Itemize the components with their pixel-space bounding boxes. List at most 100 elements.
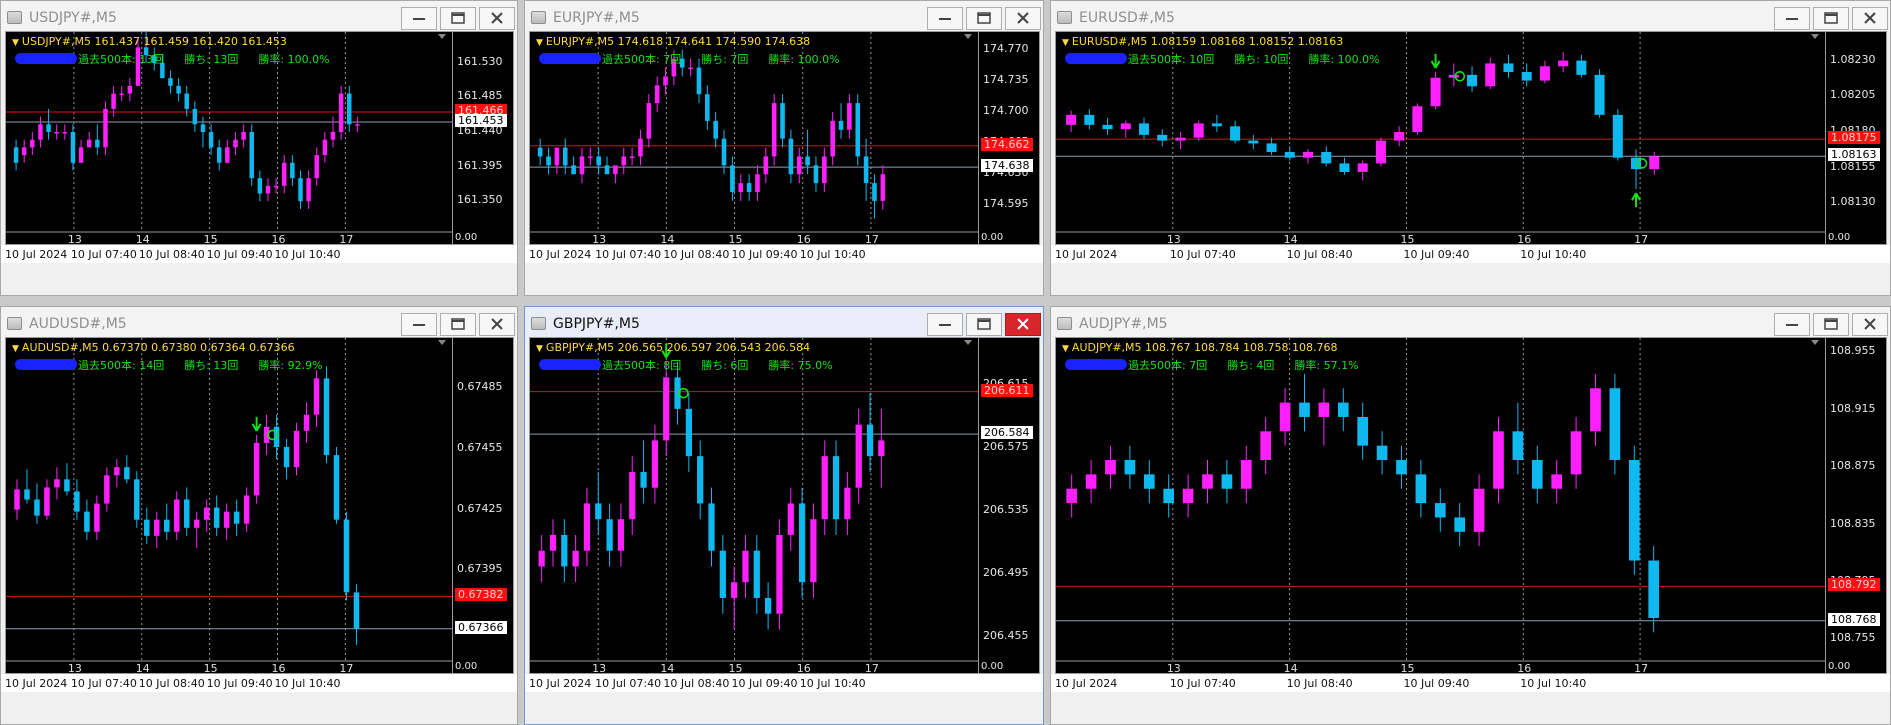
redacted-label: [1065, 359, 1127, 370]
time-axis[interactable]: 10 Jul 2024 10 Jul 07:40 10 Jul 08:40 10 Ju…: [1, 674, 517, 692]
chart-window-audusd[interactable]: AUDUSD#,M5 13 14 15 16 17 ▼ AUDUSD#,M5 0.67370 …: [0, 306, 518, 725]
minimize-button[interactable]: [401, 7, 437, 30]
candle-body: [1339, 163, 1350, 172]
candle-body: [1493, 431, 1504, 489]
collapse-triangle-icon[interactable]: ▼: [12, 38, 19, 48]
window-titlebar[interactable]: USDJPY#,M5: [1, 1, 517, 35]
indicator-stats: 過去500本: 8回 勝ち: 6回 勝率: 75.0%: [539, 357, 853, 373]
collapse-triangle-icon[interactable]: ▼: [536, 344, 543, 354]
candle-body: [134, 479, 140, 520]
day-label: 14: [660, 662, 674, 674]
candle-body: [253, 442, 260, 496]
collapse-triangle-icon[interactable]: ▼: [536, 38, 543, 48]
time-axis[interactable]: 10 Jul 2024 10 Jul 07:40 10 Jul 08:40 10 Ju…: [1, 245, 517, 263]
time-label: 10 Jul 08:40: [1286, 677, 1353, 690]
maximize-button[interactable]: [1813, 313, 1849, 336]
collapse-triangle-icon[interactable]: ▼: [1062, 38, 1069, 48]
ask-price-tag: 0.67382: [455, 588, 507, 602]
candle-body: [293, 430, 300, 468]
chart-window-audjpy[interactable]: AUDJPY#,M5 13 14 15 16 17 ▼ AUDJPY#,M5 108.767 …: [1050, 306, 1891, 725]
maximize-icon: [451, 12, 465, 24]
ask-price-tag: 108.792: [1828, 578, 1880, 592]
minimize-button[interactable]: [1774, 7, 1810, 30]
close-button[interactable]: [1852, 313, 1888, 336]
minimize-icon: [1786, 324, 1798, 326]
chart-shift-marker: [964, 340, 972, 345]
window-title: AUDUSD#,M5: [29, 316, 127, 332]
window-titlebar[interactable]: GBPJPY#,M5: [525, 307, 1043, 341]
chart-window-usdjpy[interactable]: USDJPY#,M5 13 14 15 16 17 ▼ USDJPY#,M5 161.437 …: [0, 0, 518, 296]
candle-body: [571, 165, 576, 175]
chart-window-eurjpy[interactable]: EURJPY#,M5 13 14 15 16 17 ▼ EURJPY#,M5 174.618 …: [524, 0, 1044, 296]
stat-item: 過去500本: 8回: [602, 359, 682, 372]
chart-window-icon: [7, 317, 22, 330]
candle-body: [265, 185, 271, 194]
candle-body: [333, 455, 340, 520]
close-button[interactable]: [1005, 313, 1041, 336]
minimize-button[interactable]: [927, 7, 963, 30]
candle-body: [1485, 63, 1496, 87]
close-button[interactable]: [479, 7, 515, 30]
window-titlebar[interactable]: AUDUSD#,M5: [1, 307, 517, 341]
candle-body: [1394, 132, 1405, 141]
candle-body: [1221, 474, 1233, 489]
price-tick-label: 1.08205: [1830, 88, 1876, 102]
price-chart[interactable]: 13 14 15 16 17 ▼ EURJPY#,M5 174.618 174.641 17…: [529, 31, 979, 245]
candle-body: [1318, 402, 1330, 417]
time-label: 10 Jul 09:40: [1403, 248, 1470, 261]
price-chart[interactable]: 13 14 15 16 17 ▼ AUDJPY#,M5 108.767 108.784 10…: [1055, 337, 1826, 674]
candle-body: [322, 139, 328, 156]
candle-body: [208, 132, 214, 148]
price-chart[interactable]: 13 14 15 16 17 ▼ GBPJPY#,M5 206.565 206.597 20…: [529, 337, 979, 674]
candlestick-plot: 13 14 15 16 17: [6, 338, 452, 673]
time-label: 10 Jul 09:40: [206, 248, 273, 261]
minimize-button[interactable]: [401, 313, 437, 336]
candle-body: [144, 519, 150, 536]
candle-body: [546, 156, 551, 166]
time-axis[interactable]: 10 Jul 2024 10 Jul 07:40 10 Jul 08:40 10 Ju…: [525, 245, 1043, 263]
day-label: 14: [1284, 662, 1298, 674]
price-chart[interactable]: 13 14 15 16 17 ▼ EURUSD#,M5 1.08159 1.08168 1.…: [1055, 31, 1826, 245]
candle-body: [606, 519, 613, 551]
close-button[interactable]: [1852, 7, 1888, 30]
window-titlebar[interactable]: EURUSD#,M5: [1051, 1, 1890, 35]
candle-body: [355, 124, 360, 126]
candle-body: [193, 519, 200, 528]
chart-window-eurusd[interactable]: EURUSD#,M5 13 14 15 16 17 ▼ EURUSD#,M5 1.08159 …: [1050, 0, 1891, 296]
candle-body: [94, 503, 100, 532]
chart-window-gbpjpy[interactable]: GBPJPY#,M5 13 14 15 16 17 ▼ GBPJPY#,M5 206.565 …: [524, 306, 1044, 725]
candle-body: [1570, 431, 1582, 475]
price-chart[interactable]: 13 14 15 16 17 ▼ USDJPY#,M5 161.437 161.459 16…: [5, 31, 453, 245]
candle-body: [233, 511, 240, 524]
window-titlebar[interactable]: EURJPY#,M5: [525, 1, 1043, 35]
bid-price-tag: 1.08163: [1828, 148, 1880, 162]
candle-body: [78, 147, 84, 163]
candle-body: [86, 139, 92, 148]
close-button[interactable]: [1005, 7, 1041, 30]
collapse-triangle-icon[interactable]: ▼: [12, 344, 19, 354]
symbol-quote-header: ▼ GBPJPY#,M5 206.565 206.597 206.543 206.…: [536, 341, 810, 354]
candle-body: [538, 550, 545, 567]
time-axis[interactable]: 10 Jul 2024 10 Jul 07:40 10 Jul 08:40 10 Ju…: [1051, 245, 1890, 263]
time-axis[interactable]: 10 Jul 2024 10 Jul 07:40 10 Jul 08:40 10 Ju…: [525, 674, 1043, 692]
price-tick-label: 108.955: [1830, 344, 1876, 358]
time-axis[interactable]: 10 Jul 2024 10 Jul 07:40 10 Jul 08:40 10 Ju…: [1051, 674, 1890, 692]
candle-body: [1120, 123, 1131, 130]
candle-body: [663, 76, 668, 86]
symbol-quote-header: ▼ USDJPY#,M5 161.437 161.459 161.420 161.…: [12, 35, 287, 48]
candle-body: [1357, 416, 1369, 446]
minimize-button[interactable]: [1774, 313, 1810, 336]
close-button[interactable]: [479, 313, 515, 336]
maximize-button[interactable]: [966, 7, 1002, 30]
maximize-button[interactable]: [440, 313, 476, 336]
candle-body: [838, 120, 844, 130]
collapse-triangle-icon[interactable]: ▼: [1062, 344, 1069, 354]
maximize-button[interactable]: [1813, 7, 1849, 30]
maximize-button[interactable]: [440, 7, 476, 30]
candle-body: [821, 456, 828, 520]
minimize-button[interactable]: [927, 313, 963, 336]
maximize-button[interactable]: [966, 313, 1002, 336]
window-titlebar[interactable]: AUDJPY#,M5: [1051, 307, 1890, 341]
time-label: 10 Jul 2024: [5, 248, 68, 261]
price-chart[interactable]: 13 14 15 16 17 ▼ AUDUSD#,M5 0.67370 0.67380 0.…: [5, 337, 453, 674]
